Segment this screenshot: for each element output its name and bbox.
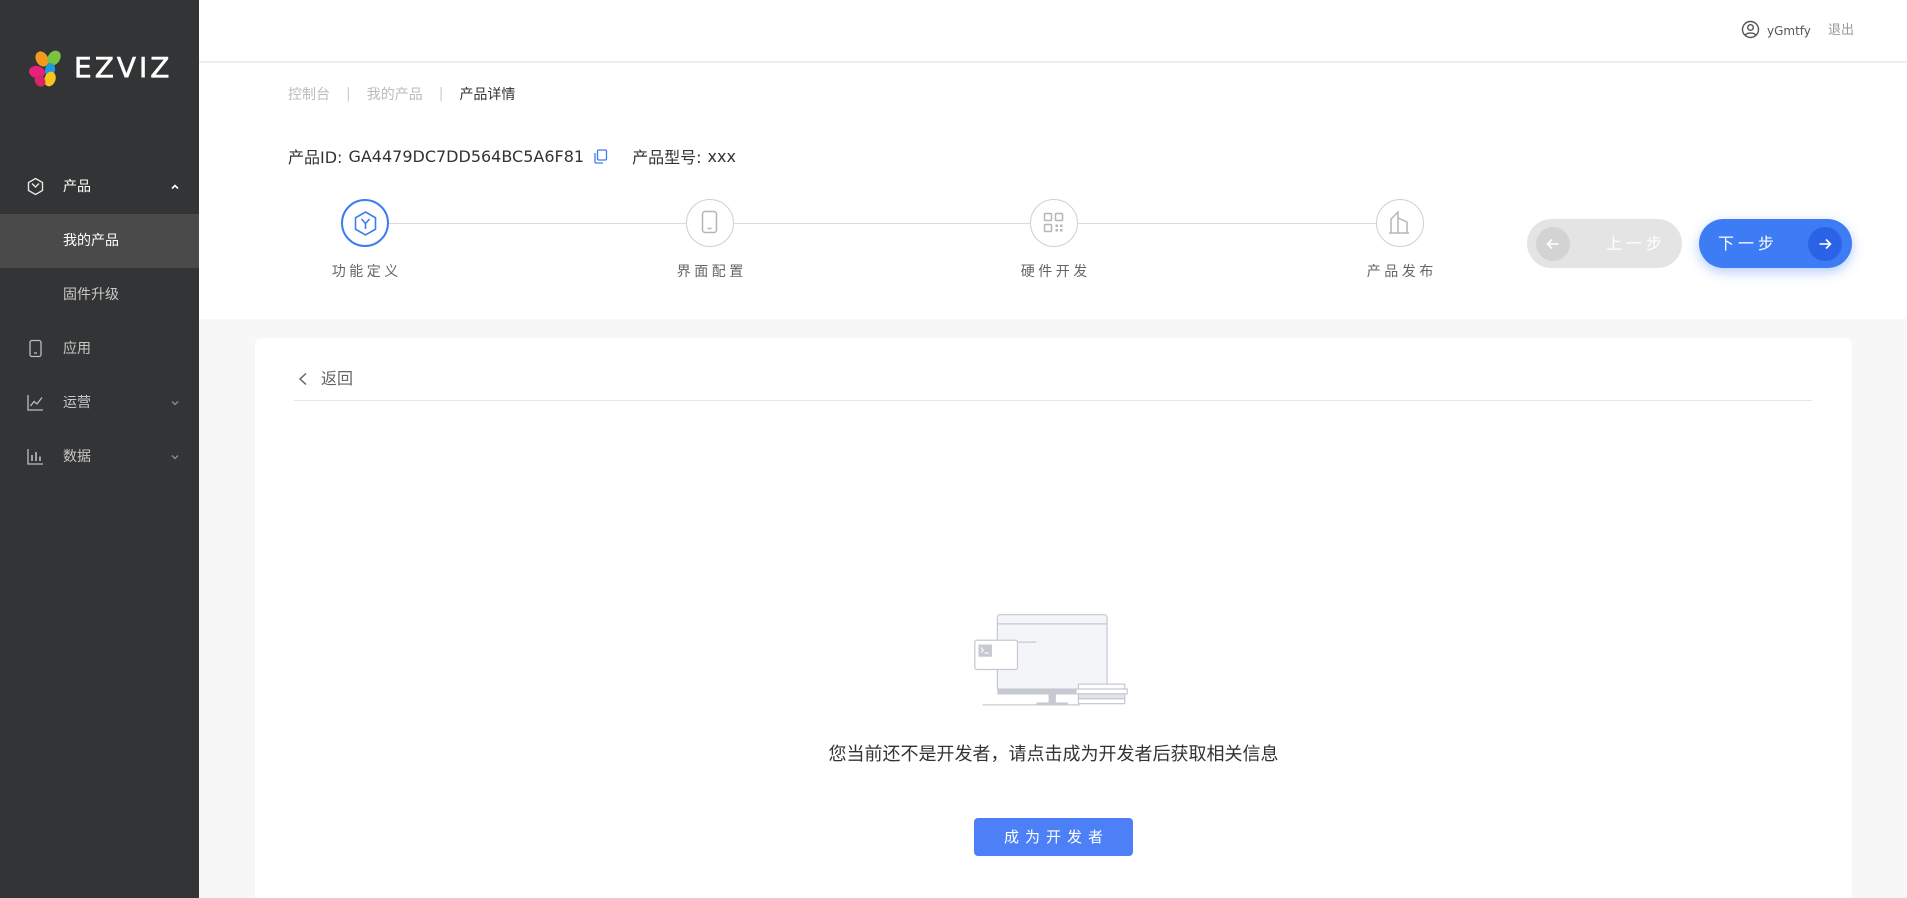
chevron-up-icon[interactable] (169, 181, 181, 193)
product-id-label: 产品ID: (288, 148, 343, 167)
next-step-label: 下一步 (1718, 234, 1779, 253)
product-model-label: 产品型号: (632, 148, 702, 167)
chevron-down-icon[interactable] (169, 397, 181, 409)
back-link[interactable]: 返回 (321, 368, 353, 390)
step-label: 界面配置 (676, 264, 747, 280)
breadcrumb-item-console[interactable]: 控制台 (288, 84, 330, 104)
sidebar-item-product[interactable]: 产品 (0, 160, 199, 214)
tablet-icon (701, 210, 718, 234)
breadcrumb-item-my-products[interactable]: 我的产品 (367, 84, 423, 104)
chevron-down-icon[interactable] (169, 451, 181, 463)
top-header: yGmtfy 退出 (199, 0, 1907, 62)
sidebar: EZVIZ 产品 我的产品 固件升级 应用 运营 数据 (0, 0, 199, 898)
sidebar-item-firmware-upgrade[interactable]: 固件升级 (0, 268, 199, 322)
step-label: 功能定义 (331, 264, 402, 280)
hexagon-y-icon (354, 211, 377, 236)
breadcrumb-item-current: 产品详情 (459, 87, 516, 103)
sidebar-item-label: 数据 (63, 449, 91, 465)
empty-state-illustration (974, 614, 1128, 706)
empty-state-message: 您当前还不是开发者，请点击成为开发者后获取相关信息 (828, 744, 1279, 765)
sidebar-item-label: 产品 (63, 179, 91, 195)
next-step-button[interactable]: 下一步 (1699, 219, 1852, 268)
step-label: 硬件开发 (1020, 264, 1091, 280)
sidebar-item-app[interactable]: 应用 (0, 322, 199, 376)
breadcrumb-separator: | (438, 86, 444, 102)
arrow-right-icon (1819, 238, 1832, 249)
copy-icon[interactable] (593, 148, 608, 164)
ezviz-logo[interactable]: EZVIZ (28, 48, 178, 88)
logout-link[interactable]: 退出 (1828, 0, 1854, 62)
sidebar-item-operations[interactable]: 运营 (0, 376, 199, 430)
phone-icon (29, 339, 42, 358)
product-info: 产品ID: GA4479DC7DD564BC5A6F81 产品型号: xxx (288, 145, 736, 168)
product-model-value: xxx (707, 146, 736, 166)
sidebar-item-label: 我的产品 (63, 233, 119, 249)
divider (294, 400, 1812, 401)
building-icon (1389, 210, 1409, 234)
prev-arrow-circle (1536, 226, 1570, 261)
content-card: 返回 您当前还不是开发者，请点击成为开发者后获取相关信息 成为开发者 (255, 338, 1852, 898)
grid-icon (1043, 212, 1064, 233)
sidebar-item-label: 固件升级 (63, 287, 119, 303)
step-ui-config[interactable] (686, 199, 734, 247)
cube-icon (27, 177, 44, 196)
chevron-left-icon[interactable] (297, 372, 309, 386)
sidebar-item-label: 应用 (63, 341, 91, 357)
line-chart-icon (27, 395, 43, 411)
step-label: 产品发布 (1366, 264, 1437, 280)
breadcrumb: 控制台 | 我的产品 | 产品详情 (288, 84, 515, 104)
prev-step-button[interactable]: 上一步 (1527, 219, 1682, 268)
bar-chart-icon (27, 449, 43, 465)
step-function-definition[interactable] (341, 199, 389, 247)
sidebar-item-data[interactable]: 数据 (0, 430, 199, 484)
username[interactable]: yGmtfy (1767, 0, 1811, 62)
user-circle-icon[interactable] (1741, 20, 1760, 39)
arrow-left-icon (1546, 238, 1559, 249)
become-developer-button[interactable]: 成为开发者 (974, 818, 1133, 856)
next-arrow-circle (1808, 226, 1842, 261)
prev-step-label: 上一步 (1606, 234, 1667, 253)
logo-petals-icon (29, 50, 61, 87)
sidebar-item-my-products[interactable]: 我的产品 (0, 214, 199, 268)
step-hardware-dev[interactable] (1030, 199, 1078, 247)
product-id-value: GA4479DC7DD564BC5A6F81 (348, 146, 585, 166)
steps-connector-line (389, 223, 1376, 224)
logo-text: EZVIZ (74, 51, 173, 84)
breadcrumb-separator: | (346, 86, 351, 102)
sidebar-item-label: 运营 (63, 395, 91, 411)
step-product-release[interactable] (1376, 199, 1424, 247)
